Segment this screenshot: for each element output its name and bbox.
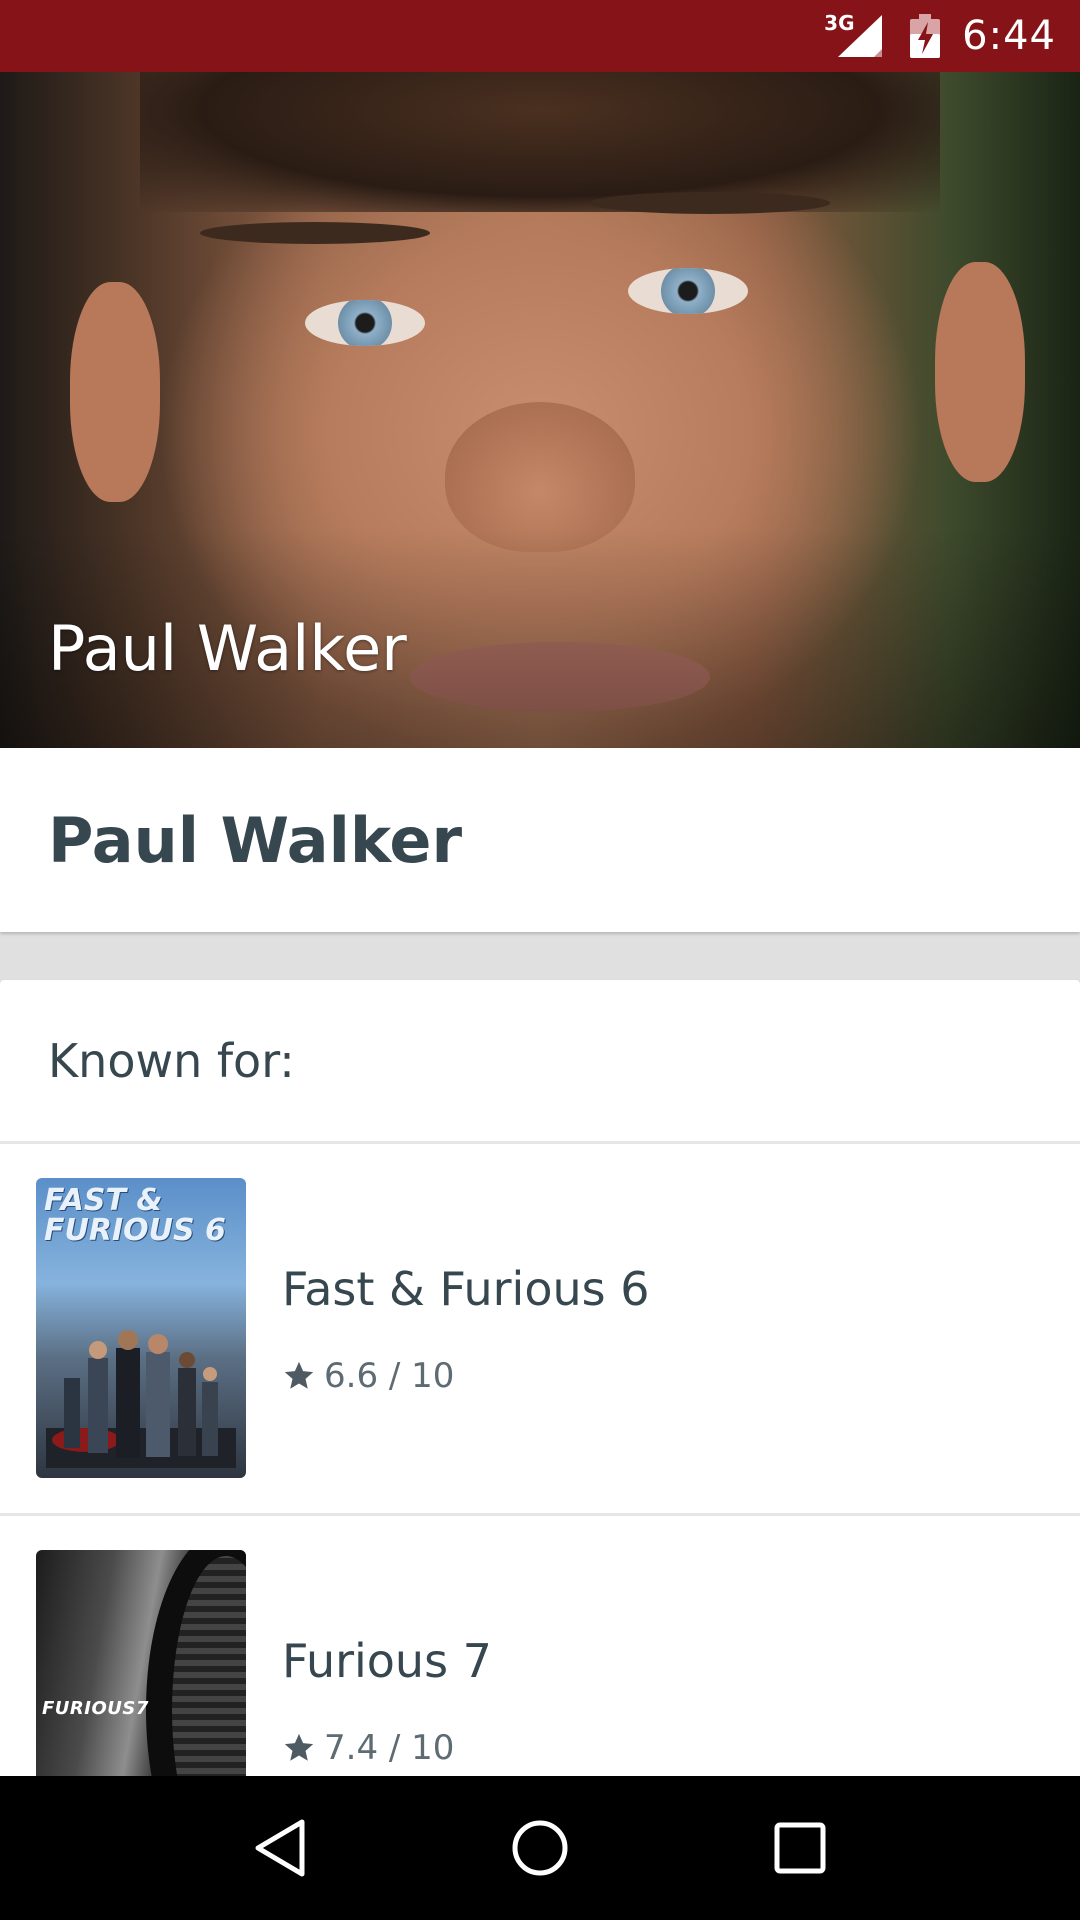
movie-poster: FAST & FURIOUS 6 <box>36 1178 246 1478</box>
known-for-header: Known for: <box>0 980 1080 1144</box>
poster-title: FAST & FURIOUS 6 <box>44 1183 226 1248</box>
movie-rating: 6.6 / 10 <box>282 1356 454 1396</box>
movie-title: Fast & Furious 6 <box>282 1262 650 1316</box>
photo-eye-left <box>305 300 425 346</box>
hero-name: Paul Walker <box>48 612 407 685</box>
clock: 6:44 <box>962 13 1056 59</box>
name-card: Paul Walker <box>0 748 1080 932</box>
photo-hair <box>140 72 940 212</box>
status-bar: 3G 6:44 <box>0 0 1080 72</box>
home-icon <box>512 1820 568 1876</box>
photo-ear-left <box>70 282 160 502</box>
movie-rating-value: 7.4 / 10 <box>324 1728 455 1768</box>
home-button[interactable] <box>500 1808 580 1888</box>
poster-title: FURIOUS7 <box>42 1698 149 1719</box>
movie-rating: 7.4 / 10 <box>282 1728 454 1768</box>
movie-title: Furious 7 <box>282 1634 492 1688</box>
person-name: Paul Walker <box>48 803 463 877</box>
movie-list-item[interactable]: FAST & FURIOUS 6 Fast & Furious 6 6.6 / … <box>0 1144 1080 1516</box>
navigation-bar <box>0 1776 1080 1920</box>
photo-eye-right <box>628 268 748 314</box>
photo-brow-left <box>200 222 430 244</box>
signal-icon: 3G <box>824 11 888 57</box>
recents-icon <box>774 1822 826 1874</box>
known-for-card: Known for: FAST & FURIOUS 6 Fast & Furio… <box>0 980 1080 1888</box>
battery-charging-icon <box>910 14 941 58</box>
movie-rating-value: 6.6 / 10 <box>324 1356 455 1396</box>
star-icon <box>284 1361 314 1389</box>
photo-brow-right <box>590 192 830 214</box>
known-for-label: Known for: <box>48 1033 295 1088</box>
poster-figures <box>46 1330 236 1468</box>
profile-photo: Paul Walker <box>0 72 1080 748</box>
back-button[interactable] <box>240 1808 320 1888</box>
recents-button[interactable] <box>760 1808 840 1888</box>
back-icon <box>255 1819 305 1877</box>
star-icon <box>284 1733 314 1761</box>
photo-ear-right <box>935 262 1025 482</box>
